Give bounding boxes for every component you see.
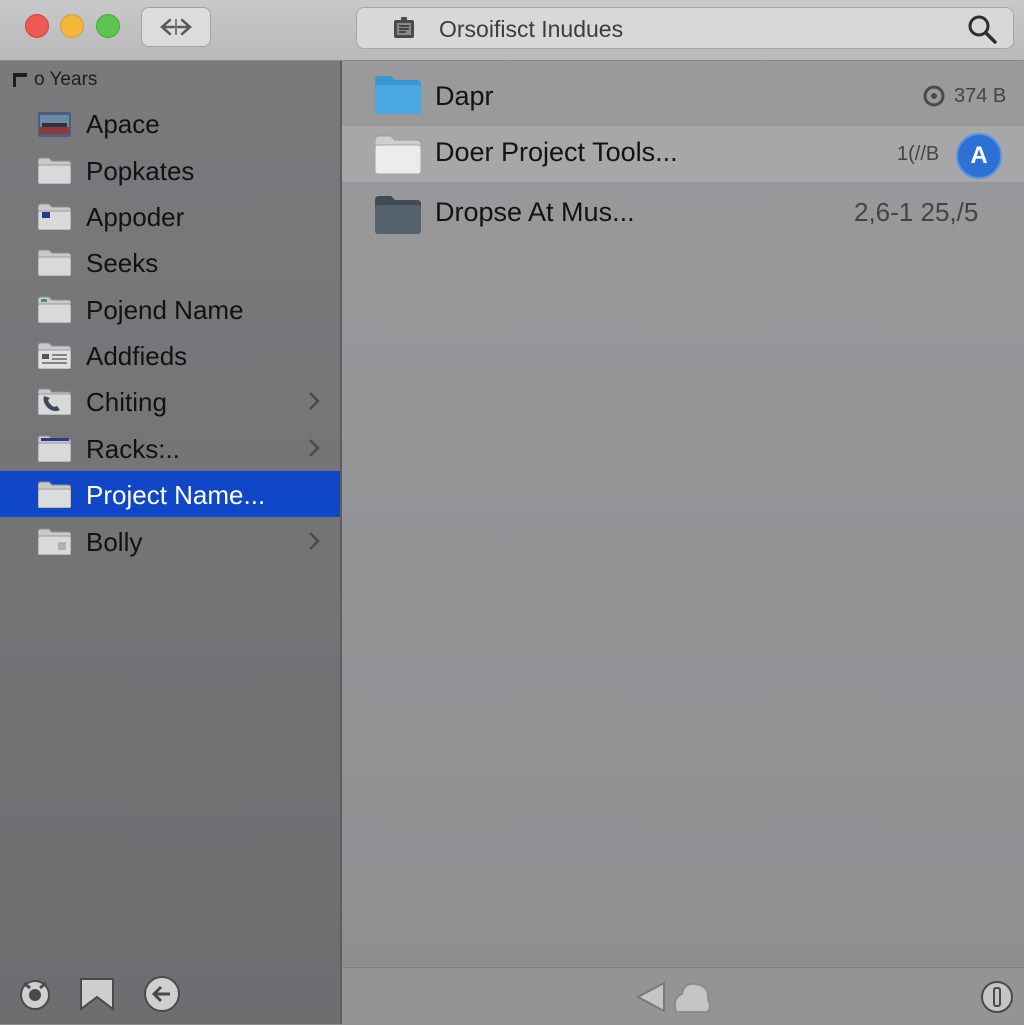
close-icon[interactable] [25,14,49,38]
file-list: Dapr 374 B Doer Project Tools... 1(//B A… [342,61,1024,967]
file-name: Dapr [435,81,494,111]
sidebar-item-label: Project Name... [86,480,266,510]
sidebar-item-seeks[interactable]: Seeks [0,239,340,285]
sidebar-item-label: Popkates [86,156,195,186]
image-folder-icon [38,112,71,137]
document-folder-icon [38,342,71,369]
search-field[interactable]: Orsoifisct Inudues [356,7,1014,49]
back-forward-icon [160,18,192,36]
sidebar-item-pojend-name[interactable]: Pojend Name [0,286,340,332]
maximize-icon[interactable] [96,14,120,38]
folder-icon [38,157,71,184]
prev-icon[interactable] [634,980,668,1014]
window-title: Orsoifisct Inudues [439,16,624,42]
file-size: 2,6-1 25,/5 [854,197,979,227]
status-bar [342,967,1024,1025]
sidebar-header-label: o Years [34,69,98,90]
bookmark-icon[interactable] [78,975,116,1013]
chevron-right-icon[interactable] [305,530,323,552]
app-folder-icon [38,203,71,230]
sidebar-item-popkates[interactable]: Popkates [0,147,340,193]
info-icon[interactable] [980,980,1014,1014]
chevron-right-icon[interactable] [305,390,323,412]
dark-folder-icon [375,196,421,234]
sidebar-item-label: Bolly [86,527,143,557]
sidebar-item-label: Chiting [86,387,167,417]
sidebar-item-label: Addfieds [86,341,188,371]
file-size: 1(//B [897,143,940,165]
avatar[interactable]: A [956,133,1002,179]
sidebar-item-project-name[interactable]: Project Name... [0,471,340,517]
sync-icon [923,85,945,107]
chevron-right-icon[interactable] [305,437,323,459]
sidebar-item-label: Apace [86,109,160,139]
sidebar-item-racks[interactable]: Racks:.. [0,425,340,471]
folder-icon [38,481,71,508]
settings-icon[interactable] [16,975,54,1013]
file-size: 374 B [954,85,1007,107]
sidebar-item-label: Pojend Name [86,295,244,325]
file-row[interactable]: Dapr 374 B [342,68,1024,124]
folder-icon [38,249,71,276]
sidebar-item-addfieds[interactable]: Addfieds [0,332,340,378]
minimize-icon[interactable] [60,14,84,38]
document-icon [394,17,414,38]
sidebar-item-label: Seeks [86,248,159,278]
back-forward-button[interactable] [141,7,211,47]
sidebar-item-label: Racks:.. [86,434,180,464]
white-folder-icon [375,135,421,174]
sidebar-item-appoder[interactable]: Appoder [0,193,340,239]
title-bar: Orsoifisct Inudues [0,0,1024,61]
folder-icon [38,296,71,323]
file-name: Doer Project Tools... [435,137,678,167]
file-name: Dropse At Mus... [435,197,635,227]
blue-folder-icon [375,76,421,114]
sidebar-item-label: Appoder [86,202,185,232]
sidebar-item-chiting[interactable]: Chiting [0,378,340,424]
sidebar: o Years Apace Popkates Appoder Seeks Poj… [0,61,342,1024]
folder-icon [38,435,71,462]
sidebar-item-bolly[interactable]: Bolly [0,518,340,564]
file-row[interactable]: Doer Project Tools... 1(//B A [342,126,1024,182]
folder-icon [38,528,71,555]
file-row[interactable]: Dropse At Mus... 2,6-1 25,/5 [342,184,1024,240]
flag-icon [13,73,27,87]
sidebar-item-apace[interactable]: Apace [0,100,340,146]
sidebar-header: o Years [12,69,97,91]
phone-folder-icon [38,388,71,415]
search-icon[interactable] [967,14,997,44]
back-icon[interactable] [143,975,181,1013]
cloud-icon[interactable] [670,978,714,1016]
